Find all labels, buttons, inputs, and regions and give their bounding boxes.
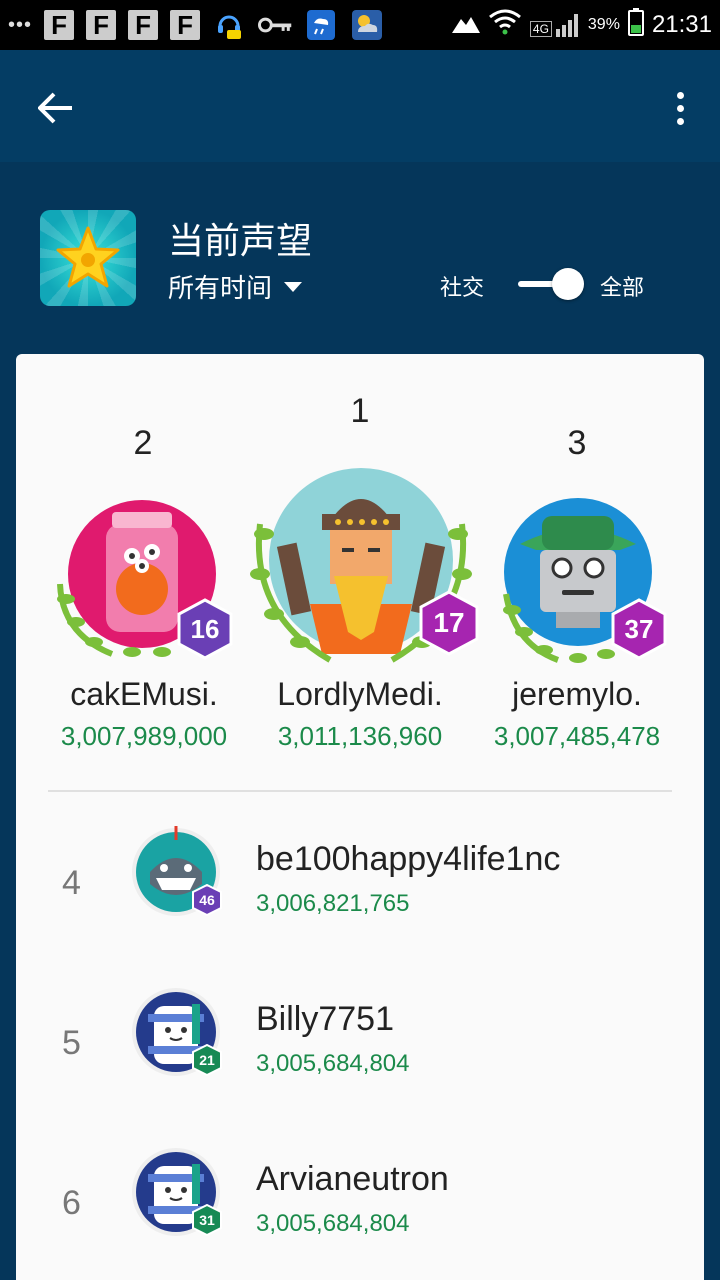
level-badge: 46: [192, 884, 222, 916]
weather-rain-icon: [304, 10, 338, 40]
toggle-thumb: [552, 268, 584, 300]
rank-number: 4: [62, 864, 81, 902]
dot: [676, 117, 684, 125]
player-name: jeremylo.: [512, 676, 642, 712]
divider: [48, 790, 672, 792]
avatar: 46: [130, 826, 222, 918]
list-item[interactable]: 6 31 Arvianeutron 3,005,684,804: [16, 1146, 704, 1280]
cellular-signal-icon: 4G: [529, 13, 580, 37]
podium-third-info: jeremylo. 3,007,485,478: [470, 676, 684, 752]
page-title: 当前声望: [168, 220, 313, 261]
more-options-button[interactable]: [660, 80, 700, 136]
level-number: 31: [199, 1212, 215, 1228]
star-icon: [40, 210, 136, 306]
overflow-notifications-icon: •••: [8, 13, 33, 36]
network-type-label: 4G: [529, 21, 552, 37]
player-name: LordlyMedi.: [277, 676, 443, 712]
avatar: 31: [130, 1146, 222, 1238]
player-score: 3,011,136,960: [277, 721, 443, 751]
rank-number: 5: [62, 1024, 81, 1062]
player-name: Arvianeutron: [256, 1160, 449, 1198]
leaderboard-card: 2 16 cakEMusi. 3,007,989,000 1 17 Lordly…: [16, 354, 704, 1280]
avatar[interactable]: 37: [500, 494, 670, 664]
podium-third[interactable]: 3: [484, 424, 670, 463]
time-filter-dropdown[interactable]: 所有时间: [168, 268, 303, 305]
list-item[interactable]: 5 21 Billy7751 3,005,684,804: [16, 986, 704, 1146]
player-score: 3,005,684,804: [256, 1210, 410, 1237]
rank-number: 2: [133, 424, 153, 462]
back-button[interactable]: [28, 80, 84, 136]
app-bar: [0, 50, 720, 162]
player-name: be100happy4life1nc: [256, 840, 561, 878]
headset-chat-icon: [212, 10, 246, 40]
avatar[interactable]: 17: [250, 464, 479, 664]
level-number: 16: [190, 613, 220, 644]
rank-number: 6: [62, 1184, 81, 1222]
clock: 21:31: [651, 11, 712, 38]
podium-second-info: cakEMusi. 3,007,989,000: [34, 676, 254, 752]
level-number: 21: [199, 1052, 215, 1068]
level-number: 46: [199, 892, 215, 908]
facebook-notification-icon: F: [170, 10, 201, 40]
level-badge: 16: [176, 598, 234, 660]
player-score: 3,007,989,000: [60, 721, 228, 751]
toggle-social-label[interactable]: 社交: [440, 270, 484, 302]
scope-toggle[interactable]: [518, 268, 588, 300]
battery-percent: 39%: [587, 16, 620, 33]
rank-number: 3: [567, 424, 587, 462]
level-number: 37: [624, 613, 654, 644]
avatar[interactable]: 16: [52, 494, 242, 664]
list-item[interactable]: 4 46 be100happy4life1nc 3,006,821,765: [16, 826, 704, 986]
facebook-notification-icon: F: [44, 10, 75, 40]
avatar: 21: [130, 986, 222, 1078]
facebook-notification-icon: F: [128, 10, 159, 40]
wifi-icon: [488, 9, 522, 41]
dot: [676, 91, 684, 99]
status-bar: ••• F F F F 4G 39% 21:31: [0, 0, 720, 50]
dot: [676, 104, 684, 112]
caret-down-icon: [284, 281, 303, 292]
time-filter-label: 所有时间: [168, 273, 273, 303]
podium-first-info: LordlyMedi. 3,011,136,960: [250, 676, 470, 752]
leaderboard-header: 当前声望 所有时间 社交 全部: [0, 162, 720, 352]
arrow-left-icon: [38, 92, 72, 124]
level-number: 17: [433, 607, 465, 638]
level-badge: 31: [192, 1204, 222, 1236]
level-badge: 17: [418, 590, 480, 656]
player-score: 3,006,821,765: [256, 890, 410, 917]
toggle-all-label[interactable]: 全部: [600, 270, 644, 302]
player-name: cakEMusi.: [70, 676, 218, 712]
player-name: Billy7751: [256, 1000, 394, 1038]
level-badge: 21: [192, 1044, 222, 1076]
battery-icon: [627, 8, 644, 42]
key-icon: [258, 10, 292, 40]
player-score: 3,005,684,804: [256, 1050, 410, 1077]
player-score: 3,007,485,478: [493, 721, 661, 751]
podium-first[interactable]: 1: [264, 392, 456, 431]
level-badge: 37: [610, 598, 668, 660]
weather-cloud-icon: [350, 10, 384, 40]
podium-second[interactable]: 2: [50, 424, 236, 463]
facebook-notification-icon: F: [86, 10, 117, 40]
rank-number: 1: [350, 392, 370, 430]
mountain-icon: [451, 11, 480, 39]
